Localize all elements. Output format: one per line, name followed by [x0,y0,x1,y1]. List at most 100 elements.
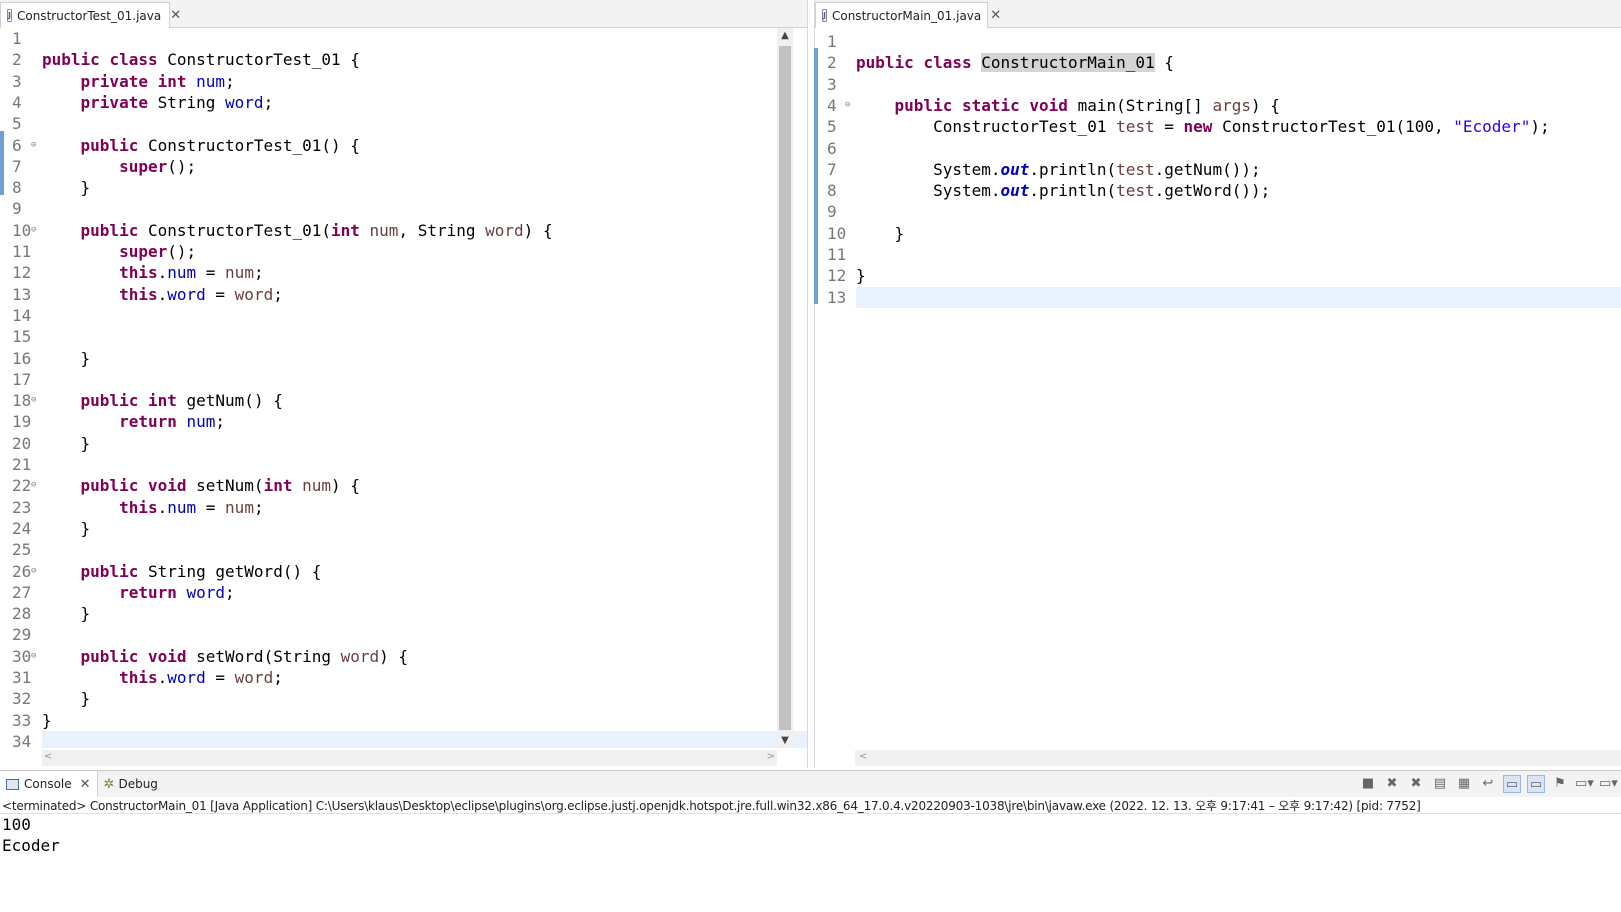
code-line[interactable]: 20 } [0,433,807,454]
fold-toggle-icon[interactable]: ⊖ [31,390,36,411]
line-number: 18 [12,391,32,411]
code-line[interactable]: 10 ⊖ public ConstructorTest_01(int num, S… [0,220,807,241]
scroll-up-icon[interactable]: ▲ [777,30,793,41]
line-number: 12 [827,266,847,286]
code-line[interactable]: 9 [0,198,807,219]
code-line[interactable]: 9 [815,201,1621,222]
fold-toggle-icon[interactable]: ⊖ [31,135,36,156]
code-line[interactable]: 5 [0,113,807,134]
clear-console-icon[interactable]: ▤ [1431,775,1449,793]
code-line[interactable]: 15 [0,326,807,347]
editor-constructor-main[interactable]: J ConstructorMain_01.java ✕ 1 2 public cla… [814,0,1621,768]
line-number: 2 [827,53,837,73]
show-on-stderr-icon[interactable]: ▭ [1527,775,1545,793]
code-line[interactable]: 2 public class ConstructorMain_01 { [815,52,1621,73]
code-line[interactable]: 26 ⊖ public String getWord() { [0,561,807,582]
code-text: } [856,266,866,286]
code-text: public class ConstructorMain_01 { [856,53,1174,73]
code-line[interactable]: 13 [815,286,1621,308]
close-icon[interactable]: ✕ [170,8,181,23]
editor-area: J ConstructorTest_01.java ✕ 1 2 public cla… [0,0,1621,770]
code-line[interactable]: 23 this.num = num; [0,497,807,518]
code-text: public class ConstructorTest_01 { [42,50,360,70]
code-line[interactable]: 3 private int num; [0,71,807,92]
code-line[interactable]: 3 [815,74,1621,95]
code-line[interactable]: 18 ⊖ public int getNum() { [0,390,807,411]
code-line[interactable]: 12} [815,265,1621,286]
code-line[interactable]: 27 return word; [0,582,807,603]
code-line[interactable]: 8 System.out.println(test.getWord()); [815,180,1621,201]
fold-toggle-icon[interactable]: ⊖ [845,95,850,116]
scroll-left-icon[interactable]: < [44,751,52,762]
line-number: 12 [12,263,32,283]
horizontal-scrollbar[interactable]: < > [42,750,777,766]
word-wrap-icon[interactable]: ↩ [1479,775,1497,793]
code-line[interactable]: 12 this.num = num; [0,262,807,283]
open-console-icon[interactable]: ▭▾ [1599,775,1618,793]
scroll-right-icon[interactable]: > [767,751,775,762]
code-line[interactable]: 5 ConstructorTest_01 test = new Construc… [815,116,1621,137]
code-line[interactable]: 2 public class ConstructorTest_01 { [0,49,807,70]
horizontal-scrollbar[interactable]: < [855,750,1621,766]
fold-toggle-icon[interactable]: ⊖ [31,561,36,582]
code-line[interactable]: 11 super(); [0,241,807,262]
code-text: public void setNum(int num) { [80,476,360,496]
code-line[interactable]: 32 } [0,688,807,709]
scroll-down-icon[interactable]: ▼ [777,735,793,746]
tab-debug[interactable]: ✲ Debug [98,771,164,797]
code-text: } [42,348,91,368]
close-icon[interactable]: ✕ [80,777,91,792]
terminate-icon[interactable]: ■ [1359,775,1377,793]
code-line[interactable]: 29 [0,624,807,645]
code-line[interactable]: 31 this.word = word; [0,667,807,688]
code-line[interactable]: 7 System.out.println(test.getNum()); [815,159,1621,180]
code-line[interactable]: 6 ⊖ public ConstructorTest_01() { [0,135,807,156]
editor-tab-bar: J ConstructorMain_01.java ✕ [815,0,1621,28]
code-line[interactable]: 1 [0,28,807,49]
close-icon[interactable]: ✕ [990,8,1001,23]
code-line[interactable]: 4 private String word; [0,92,807,113]
code-line[interactable]: 14 [0,305,807,326]
code-line[interactable]: 11 [815,244,1621,265]
fold-toggle-icon[interactable]: ⊖ [31,475,36,496]
code-line[interactable]: 6 [815,138,1621,159]
show-on-stdout-icon[interactable]: ▭ [1503,775,1521,793]
code-text: super(); [119,156,197,176]
code-line[interactable]: 21 [0,454,807,475]
scrollbar-thumb[interactable] [779,46,791,730]
line-number: 16 [12,348,32,368]
fold-toggle-icon[interactable]: ⊖ [31,646,36,667]
code-line[interactable]: 22 ⊖ public void setNum(int num) { [0,475,807,496]
code-line[interactable]: 24 } [0,518,807,539]
line-number: 22 [12,476,32,496]
pin-console-icon[interactable]: ⚑ [1551,775,1569,793]
scroll-lock-icon[interactable]: ▦ [1455,775,1473,793]
code-line[interactable]: 33} [0,710,807,731]
scroll-left-icon[interactable]: < [859,751,867,762]
vertical-scrollbar[interactable]: ▲ ▼ [777,28,793,748]
code-line[interactable]: 10 } [815,223,1621,244]
code-line[interactable]: 7 super(); [0,156,807,177]
code-line[interactable]: 17 [0,369,807,390]
code-line[interactable]: 16 } [0,348,807,369]
tab-console[interactable]: Console ✕ [0,771,98,797]
code-line[interactable]: 25 [0,539,807,560]
remove-launch-icon[interactable]: ✖ [1383,775,1401,793]
fold-toggle-icon[interactable]: ⊖ [31,220,36,241]
code-line[interactable]: 19 return num; [0,411,807,432]
line-number: 11 [12,242,32,261]
code-line[interactable]: 28 } [0,603,807,624]
tab-constructor-test[interactable]: J ConstructorTest_01.java ✕ [0,2,181,28]
code-line[interactable]: 4 ⊖ public static void main(String[] args… [815,95,1621,116]
display-console-icon[interactable]: ▭▾ [1575,775,1594,793]
code-editor[interactable]: 1 2 public class ConstructorMain_01 {3 4 ⊖ p… [815,28,1621,748]
code-editor[interactable]: 1 2 public class ConstructorTest_01 {3 pri… [0,28,807,748]
editor-constructor-test[interactable]: J ConstructorTest_01.java ✕ 1 2 public cla… [0,0,808,768]
code-line[interactable]: 34 [0,730,807,748]
code-line[interactable]: 13 this.word = word; [0,284,807,305]
code-line[interactable]: 30 ⊖ public void setWord(String word) { [0,646,807,667]
code-line[interactable]: 8 } [0,177,807,198]
code-line[interactable]: 1 [815,31,1621,52]
tab-constructor-main[interactable]: J ConstructorMain_01.java ✕ [815,2,1001,28]
remove-all-icon[interactable]: ✖ [1407,775,1425,793]
